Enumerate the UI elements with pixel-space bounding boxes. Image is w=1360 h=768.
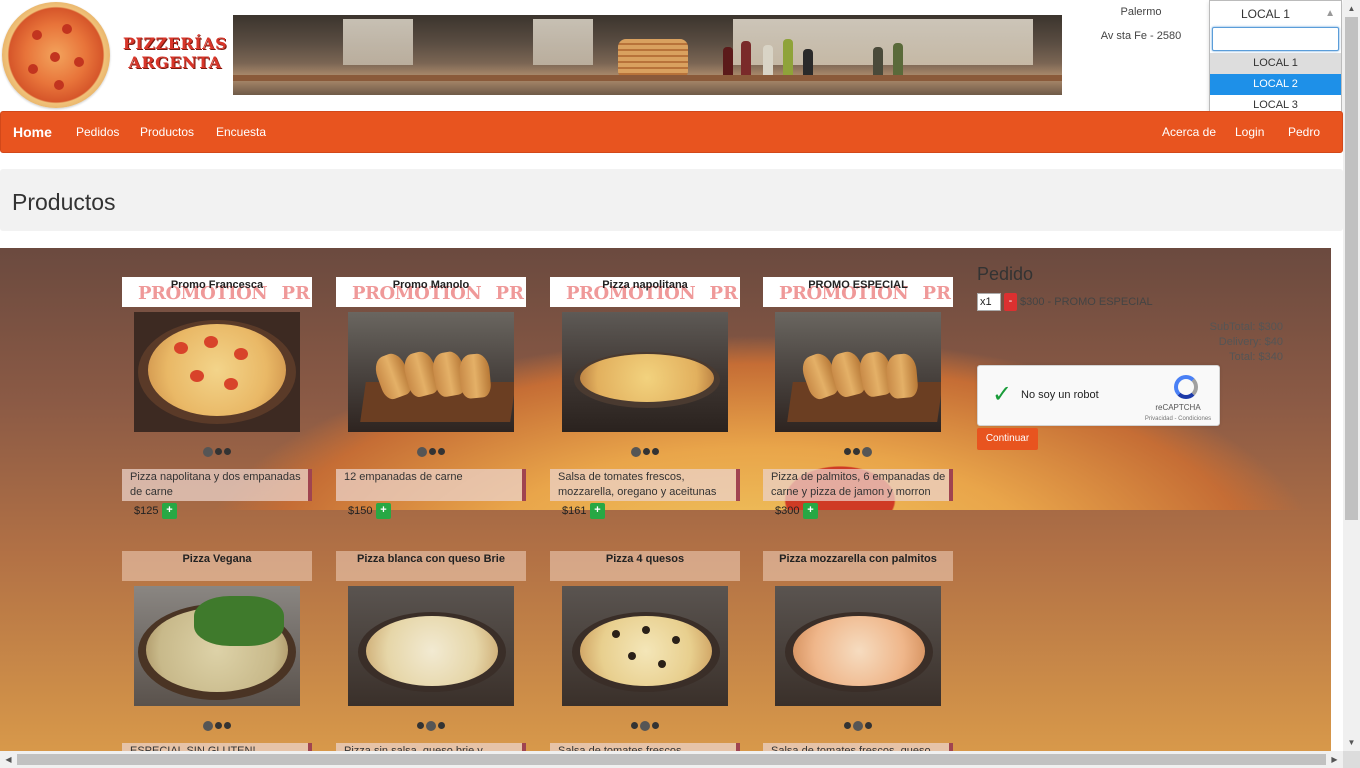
recaptcha-logo-icon — [1174, 375, 1198, 399]
nav-home[interactable]: Home — [13, 112, 52, 152]
product-image[interactable] — [134, 586, 300, 706]
scroll-up-arrow-icon[interactable]: ▲ — [1343, 0, 1360, 17]
product-image[interactable] — [348, 586, 514, 706]
product-image[interactable] — [348, 312, 514, 432]
local-select-value: LOCAL 1 — [1241, 7, 1290, 21]
add-to-order-button[interactable]: + — [803, 503, 818, 519]
recaptcha-widget[interactable]: ✓ No soy un robot reCAPTCHA Privacidad -… — [977, 365, 1220, 426]
products-section: Promo Francesca Pizza napolitana y dos e… — [0, 248, 1331, 758]
main-navbar: Home Pedidos Productos Encuesta Acerca d… — [0, 111, 1343, 153]
product-image[interactable] — [775, 586, 941, 706]
product-title: Pizza blanca con queso Brie — [336, 551, 526, 581]
image-carousel-dots[interactable] — [763, 717, 953, 735]
product-price: $150 — [348, 505, 373, 517]
brand-logo-text: PIZZERÍAS ARGENTA — [122, 34, 228, 72]
product-title: Promo Francesca — [122, 277, 312, 307]
scroll-down-arrow-icon[interactable]: ▼ — [1343, 734, 1360, 751]
product-image[interactable] — [134, 312, 300, 432]
product-description: Pizza de palmitos, 6 empanadas de carne … — [763, 469, 953, 501]
scrollbar-corner — [1343, 751, 1360, 768]
chevron-up-icon: ▲ — [1325, 8, 1335, 19]
local-search-input[interactable] — [1212, 27, 1339, 51]
product-title: Pizza 4 quesos — [550, 551, 740, 581]
product-price: $125 — [134, 505, 159, 517]
order-line-item: $300 - PROMO ESPECIAL — [1020, 296, 1153, 308]
recaptcha-brand: reCAPTCHA — [1155, 403, 1201, 412]
order-delivery: Delivery: $40 — [1218, 336, 1283, 348]
recaptcha-links[interactable]: Privacidad - Condiciones — [1128, 416, 1228, 422]
product-title: PROMO ESPECIAL — [763, 277, 953, 307]
image-carousel-dots[interactable] — [336, 443, 526, 461]
product-price: $161 — [562, 505, 587, 517]
order-title: Pedido — [977, 264, 1034, 284]
order-totals: SubTotal: $300 Delivery: $40 Total: $340 — [1150, 320, 1283, 365]
page-title: Productos — [12, 189, 116, 215]
order-total: Total: $340 — [1229, 351, 1283, 363]
nav-acerca[interactable]: Acerca de — [1162, 112, 1216, 152]
order-subtotal: SubTotal: $300 — [1209, 321, 1283, 333]
nav-productos[interactable]: Productos — [140, 112, 194, 152]
product-price: $300 — [775, 505, 800, 517]
product-image[interactable] — [562, 312, 728, 432]
vertical-scroll-thumb[interactable] — [1345, 17, 1358, 520]
order-quantity-input[interactable]: x1 — [977, 293, 1001, 311]
image-carousel-dots[interactable] — [122, 717, 312, 735]
logo-pizza-image — [2, 2, 110, 108]
image-carousel-dots[interactable] — [122, 443, 312, 461]
page-header: Productos — [0, 169, 1343, 231]
product-description: 12 empanadas de carne — [336, 469, 526, 501]
nav-encuesta[interactable]: Encuesta — [216, 112, 266, 152]
local-select-current[interactable]: LOCAL 1 ▲ — [1210, 1, 1341, 27]
image-carousel-dots[interactable] — [336, 717, 526, 735]
image-carousel-dots[interactable] — [763, 443, 953, 461]
product-description: Pizza napolitana y dos empanadas de carn… — [122, 469, 312, 501]
product-title: Pizza mozzarella con palmitos — [763, 551, 953, 581]
nav-pedidos[interactable]: Pedidos — [76, 112, 119, 152]
location-address: Av sta Fe - 2580 — [1100, 30, 1182, 42]
scroll-left-arrow-icon[interactable]: ◀ — [0, 751, 17, 768]
product-image[interactable] — [775, 312, 941, 432]
nav-user[interactable]: Pedro — [1288, 112, 1320, 152]
location-info: Palermo Av sta Fe - 2580 — [1096, 0, 1186, 48]
local-select-dropdown[interactable]: LOCAL 1 ▲ LOCAL 1 LOCAL 2 LOCAL 3 — [1209, 0, 1342, 116]
add-to-order-button[interactable]: + — [590, 503, 605, 519]
remove-item-button[interactable]: - — [1004, 293, 1017, 311]
checkmark-icon[interactable]: ✓ — [992, 380, 1012, 409]
location-name: Palermo — [1120, 6, 1162, 18]
product-title: Pizza napolitana — [550, 277, 740, 307]
nav-login[interactable]: Login — [1235, 112, 1264, 152]
add-to-order-button[interactable]: + — [162, 503, 177, 519]
local-option-2[interactable]: LOCAL 2 — [1210, 74, 1341, 95]
image-carousel-dots[interactable] — [550, 443, 740, 461]
product-title: Promo Manolo — [336, 277, 526, 307]
product-description: Salsa de tomates frescos, mozzarella, or… — [550, 469, 740, 501]
horizontal-scrollbar[interactable]: ◀ ▶ — [0, 751, 1343, 768]
product-image[interactable] — [562, 586, 728, 706]
horizontal-scroll-thumb[interactable] — [17, 754, 1326, 765]
continue-button[interactable]: Continuar — [977, 428, 1038, 450]
recaptcha-label: No soy un robot — [1021, 389, 1099, 401]
scroll-right-arrow-icon[interactable]: ▶ — [1326, 751, 1343, 768]
image-carousel-dots[interactable] — [550, 717, 740, 735]
header-banner-image — [233, 15, 1062, 95]
add-to-order-button[interactable]: + — [376, 503, 391, 519]
product-title: Pizza Vegana — [122, 551, 312, 581]
local-option-1[interactable]: LOCAL 1 — [1210, 53, 1341, 74]
vertical-scrollbar[interactable]: ▲ ▼ — [1343, 0, 1360, 751]
